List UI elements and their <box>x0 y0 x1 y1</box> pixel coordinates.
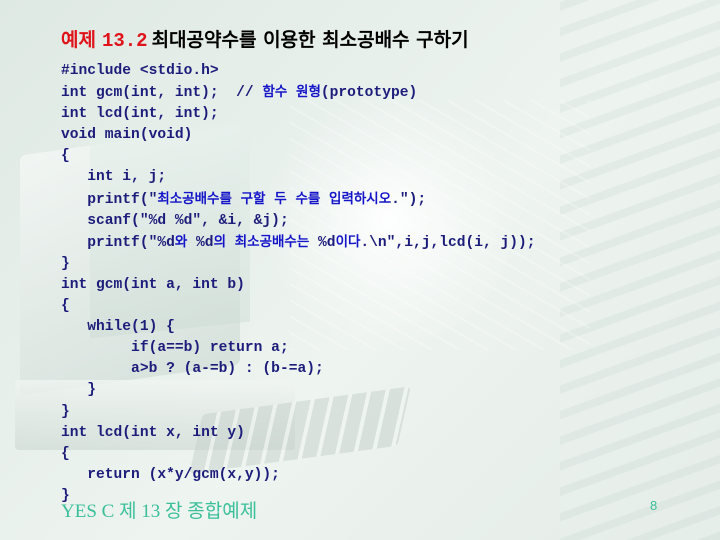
code-line: int lcd(int, int); <box>61 106 219 123</box>
code-line: int gcm(int a, int b) <box>61 276 245 293</box>
code-line: { <box>61 298 70 315</box>
code-line: #include <stdio.h> <box>61 63 219 79</box>
code-line: } <box>61 403 70 420</box>
code-line: a>b ? (a-=b) : (b-=a); <box>61 361 324 378</box>
footer-text: YES C 제 13 장 종합예제 <box>61 501 258 522</box>
code-line: int gcm(int, int); // 함수 원형(prototype) <box>61 84 418 102</box>
title-label: 예제 <box>61 29 96 51</box>
title-number: 13.2 <box>101 30 148 52</box>
code-line: int i, j; <box>61 169 167 186</box>
code-block: #include <stdio.h> int gcm(int, int); // … <box>61 61 536 507</box>
code-line: while(1) { <box>61 319 175 336</box>
page-number: 8 <box>650 498 658 513</box>
code-line: } <box>61 255 70 272</box>
code-line: { <box>61 445 70 462</box>
code-line: } <box>61 382 97 399</box>
code-line: printf("최소공배수를 구할 두 수를 입력하시오."); <box>61 190 427 208</box>
title-text: 최대공약수를 이용한 최소공배수 구하기 <box>151 29 469 51</box>
code-line: return (x*y/gcm(x,y)); <box>61 466 280 483</box>
code-line: { <box>61 148 70 165</box>
code-line: void main(void) <box>61 127 193 144</box>
code-line: printf("%d와 %d의 최소공배수는 %d이다.\n",i,j,lcd(… <box>61 233 536 251</box>
code-line: scanf("%d %d", &i, &j); <box>61 212 289 229</box>
slide-title: 예제 13.2 최대공약수를 이용한 최소공배수 구하기 <box>61 25 469 52</box>
code-line: if(a==b) return a; <box>61 340 289 357</box>
code-line: int lcd(int x, int y) <box>61 424 245 441</box>
